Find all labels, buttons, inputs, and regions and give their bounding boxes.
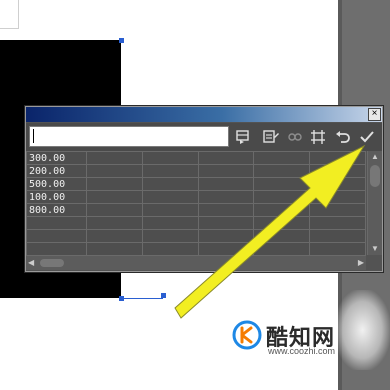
grid-cell[interactable]	[253, 229, 311, 243]
scroll-down-icon[interactable]: ▼	[368, 244, 382, 254]
grid-cell[interactable]	[85, 203, 143, 217]
grid-table: 300.00 200.00 500.00 100.00 800.00	[26, 151, 366, 255]
vertical-scroll-thumb[interactable]	[370, 165, 380, 187]
table-row: 200.00	[26, 164, 366, 178]
grid-cell[interactable]	[309, 203, 366, 217]
grid-cell[interactable]	[197, 151, 255, 165]
grid-cell[interactable]	[197, 190, 255, 204]
table-row: 800.00	[26, 203, 366, 217]
close-button[interactable]: ×	[368, 108, 381, 121]
grid-cell[interactable]	[85, 216, 143, 230]
table-row	[26, 242, 366, 255]
guide-line	[121, 298, 163, 299]
grid-cell[interactable]	[309, 164, 366, 178]
grid-cell[interactable]: 100.00	[26, 190, 87, 204]
grid-cell[interactable]	[197, 242, 255, 255]
data-entry-dialog: × 300.00 200.00 500.00 100.00 800.00 ▲ ▼…	[24, 105, 384, 273]
grid-cell[interactable]	[253, 190, 311, 204]
table-row	[26, 216, 366, 230]
app-canvas: × 300.00 200.00 500.00 100.00 800.00 ▲ ▼…	[0, 0, 390, 390]
grid-cell[interactable]	[85, 242, 143, 255]
grid-cell[interactable]	[26, 229, 87, 243]
grid-cell[interactable]: 200.00	[26, 164, 87, 178]
value-input[interactable]	[29, 126, 229, 147]
grid-cell[interactable]	[85, 229, 143, 243]
grid-cell[interactable]	[85, 190, 143, 204]
disabled-link-icon	[286, 128, 304, 146]
grid-cell[interactable]	[253, 216, 311, 230]
grid-cell[interactable]	[253, 242, 311, 255]
grid-cell[interactable]	[141, 164, 199, 178]
grid-cell[interactable]	[253, 164, 311, 178]
grid-cell[interactable]	[141, 216, 199, 230]
grid-cell[interactable]	[197, 216, 255, 230]
grid-cell[interactable]	[197, 203, 255, 217]
grid-cell[interactable]: 500.00	[26, 177, 87, 191]
grid-cell[interactable]	[141, 242, 199, 255]
grid-cell[interactable]	[309, 151, 366, 165]
grid-cell[interactable]	[253, 203, 311, 217]
checkmark-icon[interactable]	[358, 128, 376, 146]
horizontal-scroll-thumb[interactable]	[40, 259, 64, 267]
table-row	[26, 229, 366, 243]
table-row: 300.00	[26, 151, 366, 165]
grid-cell[interactable]	[309, 216, 366, 230]
grid-cell[interactable]: 300.00	[26, 151, 87, 165]
grid-cell[interactable]	[85, 177, 143, 191]
watermark-url: www.coozhi.com	[268, 346, 336, 356]
data-grid[interactable]: 300.00 200.00 500.00 100.00 800.00	[26, 151, 366, 255]
scroll-right-icon[interactable]: ▶	[354, 256, 364, 270]
horizontal-scrollbar[interactable]: ◀ ▶	[26, 255, 366, 270]
grid-cell[interactable]	[197, 177, 255, 191]
vertical-scrollbar[interactable]: ▲ ▼	[367, 151, 382, 255]
grid-cell[interactable]	[309, 229, 366, 243]
edit-icon[interactable]	[262, 128, 280, 146]
grid-cell[interactable]	[85, 151, 143, 165]
grid-cell[interactable]: 800.00	[26, 203, 87, 217]
table-structure-icon[interactable]	[309, 128, 327, 146]
grid-cell[interactable]	[197, 164, 255, 178]
grid-cell[interactable]	[85, 164, 143, 178]
dialog-titlebar[interactable]: ×	[26, 107, 382, 122]
grid-cell[interactable]	[26, 242, 87, 255]
insert-row-icon[interactable]	[234, 128, 252, 146]
grid-cell[interactable]	[197, 229, 255, 243]
grid-cell[interactable]	[141, 190, 199, 204]
grid-cell[interactable]	[141, 151, 199, 165]
watermark: 酷知网 www.coozhi.com	[232, 318, 372, 362]
scroll-up-icon[interactable]: ▲	[368, 152, 382, 162]
grid-cell[interactable]	[309, 242, 366, 255]
grid-cell[interactable]	[141, 177, 199, 191]
grid-cell[interactable]	[309, 177, 366, 191]
scroll-left-icon[interactable]: ◀	[28, 256, 38, 270]
selection-handle-top[interactable]	[119, 38, 124, 43]
table-row: 500.00	[26, 177, 366, 191]
top-left-panel-fragment	[0, 0, 19, 29]
coozhi-logo-icon	[232, 320, 262, 350]
text-caret	[33, 129, 34, 143]
grid-cell[interactable]	[253, 151, 311, 165]
selection-handle-end[interactable]	[161, 293, 166, 298]
table-row: 100.00	[26, 190, 366, 204]
grid-cell[interactable]	[253, 177, 311, 191]
dialog-toolbar	[26, 123, 382, 151]
grid-cell[interactable]	[141, 203, 199, 217]
grid-cell[interactable]	[141, 229, 199, 243]
grid-cell[interactable]	[26, 216, 87, 230]
undo-icon[interactable]	[334, 128, 352, 146]
grid-cell[interactable]	[309, 190, 366, 204]
